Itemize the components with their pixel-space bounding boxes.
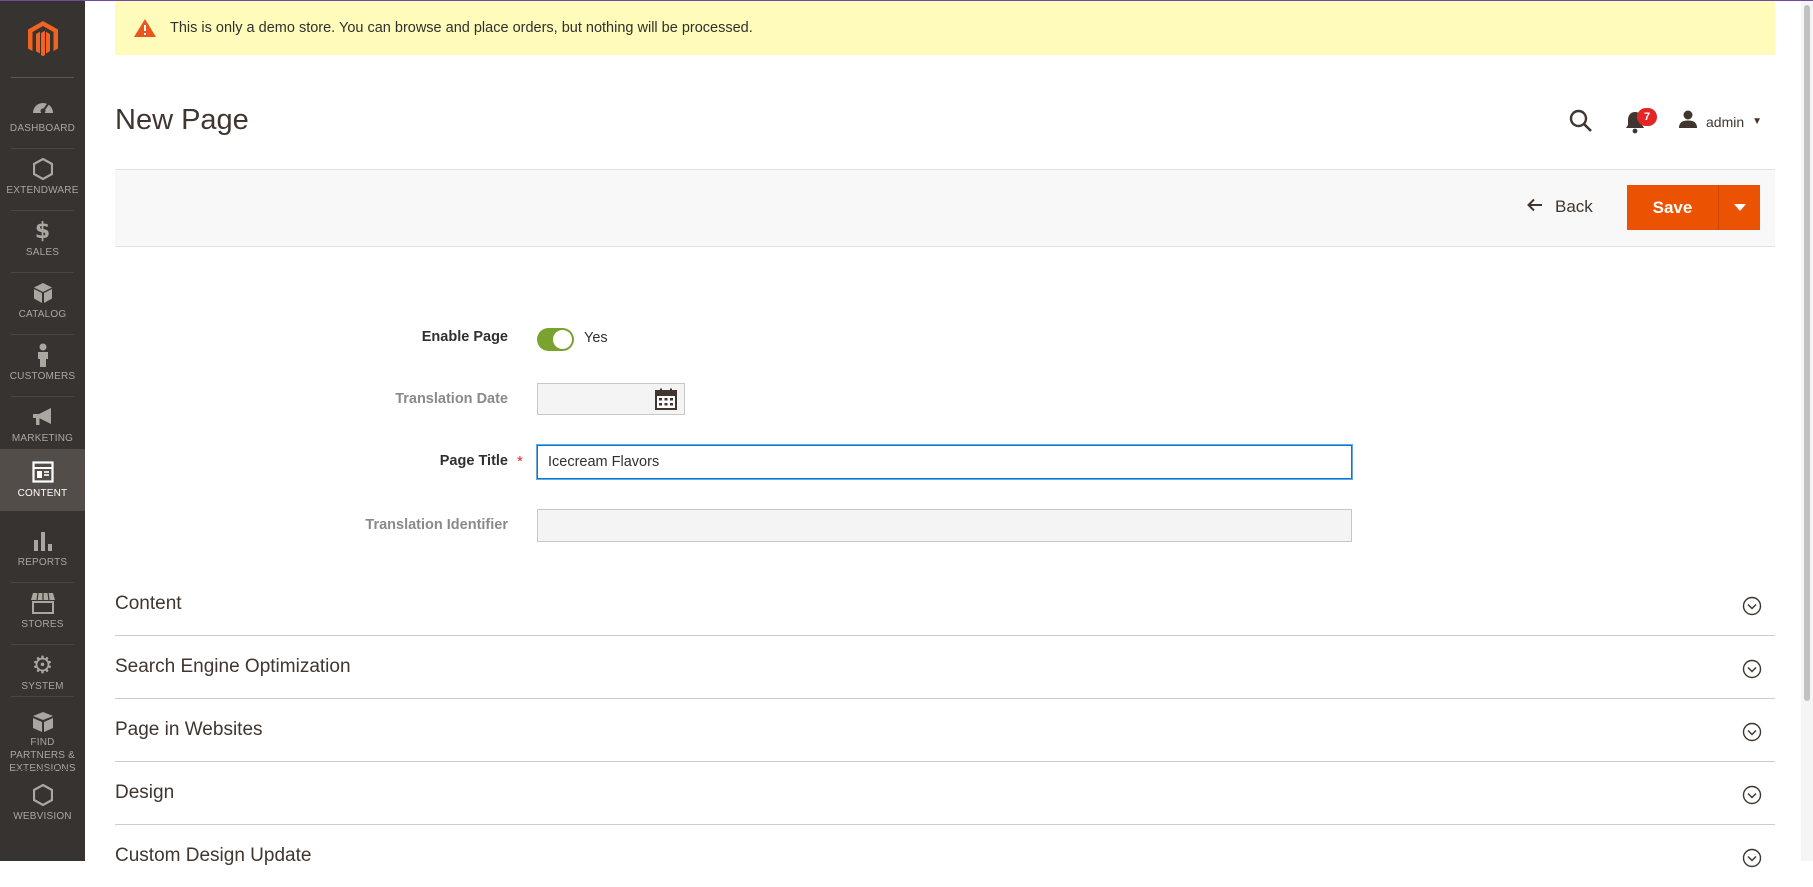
back-button-label: Back [1555, 197, 1593, 216]
chevron-down-icon [1742, 722, 1762, 742]
save-button[interactable]: Save [1627, 185, 1718, 230]
sidebar-item-label: MARKETING [11, 433, 74, 444]
sidebar-item-label: SALES [25, 247, 60, 258]
user-name: admin [1706, 113, 1745, 130]
section-page-in-websites[interactable]: Page in Websites [115, 698, 1775, 762]
chevron-down-icon [1742, 848, 1762, 868]
enable-page-label: Enable Page [421, 329, 508, 345]
section-title: Design [115, 782, 175, 803]
section-title: Custom Design Update [115, 845, 312, 866]
sidebar-item-stores[interactable]: STORES [0, 580, 85, 642]
page-title-input[interactable] [537, 445, 1352, 479]
caret-down-icon [1733, 204, 1746, 211]
sidebar-item-sales[interactable]: $ SALES [0, 208, 85, 270]
sidebar-item-label: EXTENDWARE [6, 185, 79, 196]
section-search-engine-optimization[interactable]: Search Engine Optimization [115, 635, 1775, 699]
banner-message: This is only a demo store. You can brows… [170, 20, 753, 36]
sidebar-item-catalog[interactable]: CATALOG [0, 270, 85, 332]
sidebar-item-system[interactable]: ⚙ SYSTEM [0, 642, 85, 704]
chevron-down-icon [1742, 659, 1762, 679]
cube-icon [33, 280, 53, 306]
section-title: Page in Websites [115, 719, 263, 740]
notifications-count-badge: 7 [1637, 108, 1657, 126]
toggle-knob [553, 330, 572, 349]
sidebar-item-webvision[interactable]: WEBVISION [0, 772, 85, 834]
chevron-down-icon [1742, 785, 1762, 805]
enable-page-toggle[interactable] [537, 328, 574, 351]
section-design[interactable]: Design [115, 761, 1775, 825]
section-title: Search Engine Optimization [115, 656, 351, 677]
sidebar-item-extendware[interactable]: EXTENDWARE [0, 146, 85, 208]
admin-sidebar: DASHBOARD EXTENDWARE $ SALES CATALOG CUS… [0, 1, 85, 861]
nav-divider [11, 696, 74, 697]
section-content[interactable]: Content [115, 572, 1775, 636]
translation-identifier-label: Translation Identifier [365, 517, 508, 533]
required-marker: * [517, 453, 523, 470]
chevron-down-icon: ▼ [1752, 116, 1763, 127]
user-menu[interactable]: admin ▼ [1678, 109, 1762, 134]
page-actions-bar [115, 169, 1775, 247]
sidebar-item-label: CONTENT [17, 488, 68, 499]
search-icon[interactable] [1568, 108, 1594, 134]
sidebar-item-label: REPORTS [17, 557, 68, 568]
sidebar-item-label: STORES [21, 619, 64, 630]
layout-icon [31, 459, 54, 485]
chevron-down-icon [1742, 596, 1762, 616]
arrow-left-icon [1527, 198, 1543, 217]
sidebar-item-find-partners[interactable]: FIND PARTNERS & EXTENSIONS [0, 699, 85, 775]
sidebar-item-dashboard[interactable]: DASHBOARD [0, 84, 85, 146]
megaphone-icon [31, 404, 55, 430]
hexagon-icon [32, 156, 53, 182]
user-avatar-icon [1678, 109, 1698, 134]
page-title-label: Page Title [439, 453, 508, 469]
scrollbar-thumb[interactable] [1804, 5, 1810, 701]
boxes-icon [31, 709, 55, 734]
gear-icon: ⚙ [31, 651, 54, 679]
sidebar-item-label: SYSTEM [21, 681, 64, 692]
calendar-icon[interactable] [654, 387, 678, 411]
logo-divider [11, 77, 74, 78]
warning-icon [133, 17, 157, 39]
sidebar-item-content[interactable]: CONTENT [0, 449, 85, 511]
magento-logo[interactable] [0, 1, 85, 77]
dollar-icon: $ [34, 218, 51, 244]
sidebar-item-label: DASHBOARD [9, 123, 76, 134]
back-button[interactable]: Back [1527, 196, 1593, 218]
sidebar-item-label: CUSTOMERS [9, 371, 76, 382]
sidebar-item-label: WEBVISION [13, 811, 72, 822]
sidebar-item-customers[interactable]: CUSTOMERS [0, 332, 85, 394]
magento-logo-icon [27, 21, 58, 57]
sidebar-item-label: CATALOG [18, 309, 67, 320]
demo-store-banner: This is only a demo store. You can brows… [115, 1, 1775, 55]
hexagon-icon [32, 782, 53, 808]
translation-identifier-input[interactable] [537, 509, 1352, 542]
store-icon [30, 590, 56, 616]
nav-divider [11, 769, 74, 770]
enable-page-value: Yes [584, 330, 608, 346]
save-options-toggle[interactable] [1719, 185, 1760, 230]
bar-chart-icon [33, 528, 53, 554]
person-icon [36, 342, 50, 368]
dashboard-icon [31, 94, 55, 120]
section-title: Content [115, 593, 182, 614]
sidebar-item-reports[interactable]: REPORTS [0, 518, 85, 580]
section-custom-design-update[interactable]: Custom Design Update [115, 824, 1775, 887]
translation-date-label: Translation Date [395, 391, 508, 407]
page-title: New Page [115, 104, 249, 136]
save-split-button: Save [1627, 185, 1760, 230]
sidebar-item-marketing[interactable]: MARKETING [0, 394, 85, 456]
